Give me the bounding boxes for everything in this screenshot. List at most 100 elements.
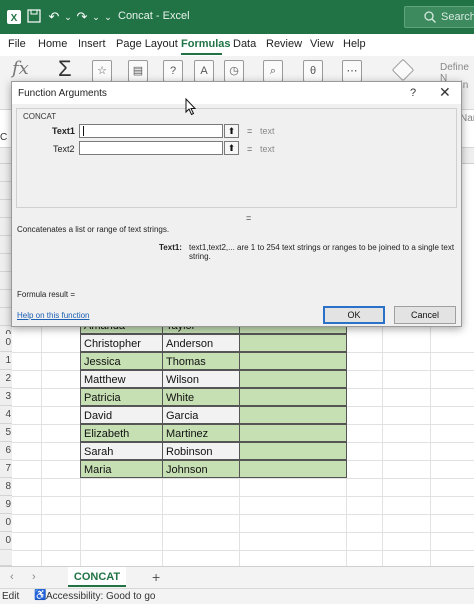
arg-label-text2: Text2 [53,144,75,154]
row-header[interactable] [0,550,12,566]
last-name-cell[interactable]: Robinson [162,442,240,460]
close-icon[interactable]: ✕ [439,84,451,101]
title-bar: X ↶ ⌄ ↷ ⌄ ⌄ Concat - Excel Search [0,0,474,34]
text-function-icon[interactable]: A [194,60,214,82]
menu-insert[interactable]: Insert [78,38,106,50]
cancel-button[interactable]: Cancel [394,306,456,324]
first-name-cell[interactable]: Maria [80,460,163,478]
active-tab-indicator [181,53,222,55]
result-cell[interactable] [239,424,347,442]
menu-page-layout[interactable]: Page Layout [116,38,178,50]
function-name: CONCAT [23,112,57,121]
row-header[interactable]: 1 [0,352,12,370]
row-header[interactable]: 3 [0,388,12,406]
row-header[interactable]: 2 [0,370,12,388]
result-cell[interactable] [239,334,347,352]
first-name-cell[interactable]: Jessica [80,352,163,370]
help-icon[interactable]: ? [410,87,416,99]
window-title: Concat - Excel [118,10,190,22]
row-header[interactable]: 0 [0,514,12,532]
last-name-cell[interactable]: Anderson [162,334,240,352]
math-trig-icon[interactable]: θ [303,60,323,82]
menu-formulas[interactable]: Formulas [181,38,231,50]
save-icon[interactable] [26,9,42,25]
menu-help[interactable]: Help [343,38,366,50]
text1-collapse-button[interactable]: ⬆ [224,124,239,138]
text2-equals: = [247,144,253,154]
mouse-cursor-icon [185,98,197,116]
financial-icon[interactable]: ▤ [128,60,148,82]
search-icon [423,10,437,24]
last-name-cell[interactable]: Garcia [162,406,240,424]
result-cell[interactable] [239,370,347,388]
menu-review[interactable]: Review [266,38,302,50]
result-cell[interactable] [239,442,347,460]
first-name-cell[interactable]: Christopher [80,334,163,352]
row-header[interactable]: 6 [0,442,12,460]
last-name-cell[interactable]: Martinez [162,424,240,442]
result-cell[interactable] [239,352,347,370]
sheet-tab-concat[interactable]: CONCAT [68,567,126,587]
first-name-cell[interactable]: David [80,406,163,424]
name-box-partial: Nam [460,113,474,124]
more-functions-icon[interactable]: ⋯ [342,60,362,82]
first-name-cell[interactable]: Elizabeth [80,424,163,442]
result-cell[interactable] [239,388,347,406]
row-header[interactable]: 9 [0,496,12,514]
sheet-next-icon[interactable]: › [32,571,36,583]
customize-toolbar-icon[interactable]: ⌄ [100,9,116,25]
excel-logo-icon: X [6,9,22,25]
function-result-equals: = [246,213,252,223]
text1-equals: = [247,126,253,136]
function-description: Concatenates a list or range of text str… [17,225,170,234]
row-header[interactable]: 5 [0,424,12,442]
ok-button[interactable]: OK [323,306,385,324]
arguments-group: CONCAT [16,108,457,208]
status-bar: Edit ♿ Accessibility: Good to go [0,588,474,604]
text2-type-hint: text [260,144,275,154]
first-name-cell[interactable]: Matthew [80,370,163,388]
first-name-cell[interactable]: Sarah [80,442,163,460]
menu-home[interactable]: Home [38,38,67,50]
last-name-cell[interactable]: Johnson [162,460,240,478]
help-on-function-link[interactable]: Help on this function [17,311,90,320]
last-name-cell[interactable]: White [162,388,240,406]
gridline [12,496,474,497]
recently-used-icon[interactable]: ☆ [92,60,112,82]
last-name-cell[interactable]: Wilson [162,370,240,388]
text2-input[interactable] [79,141,223,155]
menu-view[interactable]: View [310,38,334,50]
argument-description-name: Text1: [159,243,182,252]
date-time-icon[interactable]: ◷ [224,60,244,82]
search-box[interactable]: Search [404,6,474,28]
result-cell[interactable] [239,406,347,424]
lookup-reference-icon[interactable]: ⌕ [263,60,283,82]
status-mode: Edit [2,591,20,602]
row-header[interactable]: 0 [0,334,12,352]
dialog-title-bar[interactable]: Function Arguments ? ✕ [12,82,461,104]
accessibility-status[interactable]: Accessibility: Good to go [46,591,156,602]
result-cell[interactable] [239,460,347,478]
name-manager-icon[interactable] [391,58,415,82]
gridline [12,532,474,533]
first-name-cell[interactable]: Patricia [80,388,163,406]
menu-data[interactable]: Data [233,38,256,50]
dialog-title: Function Arguments [18,88,107,99]
add-sheet-button[interactable]: + [152,569,160,585]
autosum-icon[interactable]: Σ [58,56,72,82]
name-box[interactable]: C [0,132,7,143]
row-header[interactable]: 8 [0,478,12,496]
menu-file[interactable]: File [8,38,26,50]
row-header[interactable]: 7 [0,460,12,478]
text2-collapse-button[interactable]: ⬆ [224,141,239,155]
insert-function-icon[interactable]: fx [12,58,29,79]
text-caret [83,126,84,136]
gridline [12,478,474,479]
argument-description-text: text1,text2,... are 1 to 254 text string… [189,243,455,261]
sheet-prev-icon[interactable]: ‹ [10,571,14,583]
row-header[interactable]: 4 [0,406,12,424]
text1-input[interactable] [79,124,223,138]
last-name-cell[interactable]: Thomas [162,352,240,370]
row-header[interactable]: 0 [0,532,12,550]
logical-icon[interactable]: ? [163,60,183,82]
